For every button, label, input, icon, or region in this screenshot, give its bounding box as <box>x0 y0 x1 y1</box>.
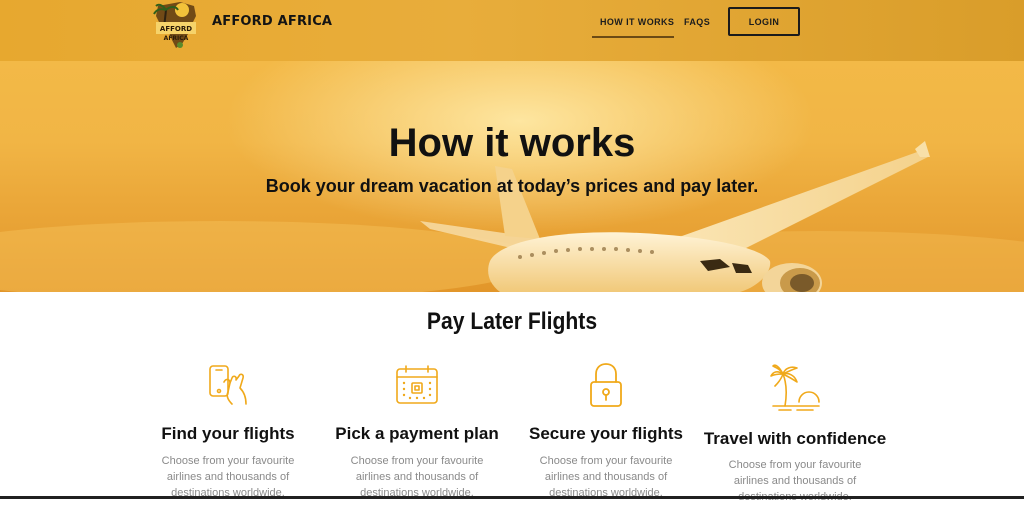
afford-africa-logo[interactable]: AFFORD AFRICA <box>150 0 202 50</box>
feature-title: Pick a payment plan <box>335 424 499 443</box>
login-button[interactable]: LOGIN <box>728 7 800 36</box>
site-header: AFFORD AFRICA AFFORD AFRICA HOW IT WORKS… <box>0 0 1024 61</box>
calendar-icon <box>396 365 438 404</box>
feature-description: Choose from your favourite airlines and … <box>539 455 673 499</box>
phone-touch-icon <box>209 365 247 405</box>
nav-active-underline <box>592 36 674 38</box>
palm-sunset-icon <box>770 364 820 411</box>
feature-title: Travel with confidence <box>703 429 887 448</box>
brand-name[interactable]: AFFORD AFRICA <box>212 14 332 29</box>
svg-text:AFFORD: AFFORD <box>160 25 192 33</box>
feature-description: Choose from your favourite airlines and … <box>350 455 484 499</box>
section-title: Pay Later Flights <box>426 308 598 335</box>
feature-title: Find your flights <box>161 424 295 443</box>
lock-icon <box>590 363 622 407</box>
feature-title: Secure your flights <box>529 424 683 443</box>
svg-text:AFRICA: AFRICA <box>164 35 189 42</box>
hero-banner: How it works Book your dream vacation at… <box>0 61 1024 292</box>
feature-description: Choose from your favourite airlines and … <box>161 455 295 499</box>
nav-how-it-works[interactable]: HOW IT WORKS <box>600 17 674 27</box>
nav-faqs[interactable]: FAQS <box>684 17 710 27</box>
hero-subtitle: Book your dream vacation at today’s pric… <box>265 176 759 196</box>
hero-title: How it works <box>388 121 636 165</box>
